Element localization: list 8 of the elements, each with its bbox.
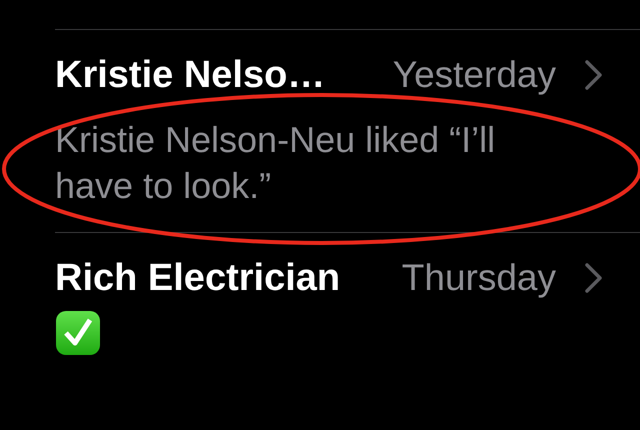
message-date: Yesterday — [392, 53, 556, 97]
contact-name: Kristie Nelso… — [55, 53, 326, 98]
chevron-icon[interactable] — [584, 58, 604, 91]
contact-name: Rich Electrician — [55, 256, 340, 301]
message-date: Thursday — [402, 256, 556, 300]
chevron-icon[interactable] — [584, 262, 604, 294]
message-preview: Kristie Nelson-Neu liked “I’ll have to look.” — [55, 118, 496, 208]
checkmark-icon — [55, 310, 101, 356]
